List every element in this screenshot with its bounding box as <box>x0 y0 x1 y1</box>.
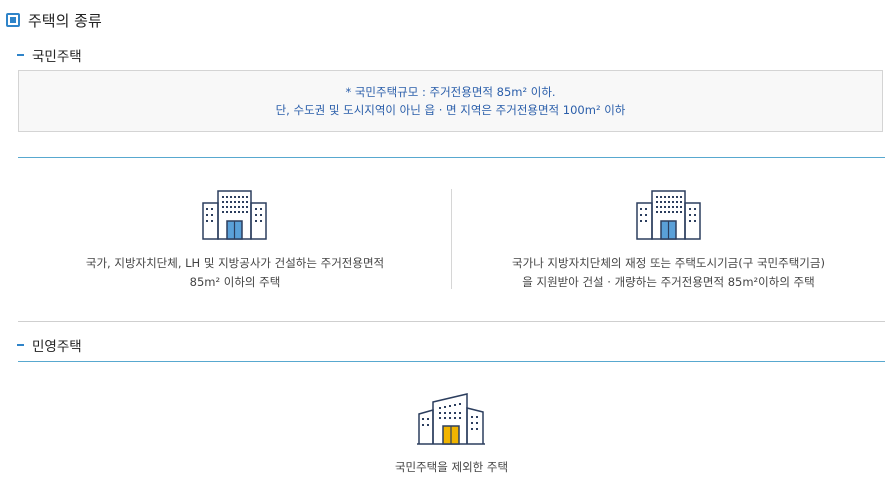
notice-line-1: * 국민주택규모 : 주거전용면적 85m² 이하. <box>345 85 556 99</box>
private-housing-heading-text: 민영주택 <box>32 339 82 355</box>
definition-2-line-1: 국가나 지방자치단체의 재정 또는 주택도시기금(구 국민주택기금) <box>512 256 825 270</box>
dash-bullet-icon <box>17 344 24 346</box>
apartment-building-icon <box>416 393 485 445</box>
national-housing-heading: 국민주택 <box>17 45 82 65</box>
section-divider <box>18 361 885 362</box>
national-housing-heading-text: 국민주택 <box>32 49 82 65</box>
private-housing-definition: 국민주택을 제외한 주택 <box>18 392 885 477</box>
apartment-building-icon <box>202 190 267 240</box>
national-housing-notice: * 국민주택규모 : 주거전용면적 85m² 이하. 단, 수도권 및 도시지역… <box>18 70 883 132</box>
apartment-building-icon <box>635 190 701 240</box>
dash-bullet-icon <box>17 54 24 56</box>
notice-line-2: 단, 수도권 및 도시지역이 아닌 읍 · 면 지역은 주거전용면적 100m²… <box>275 103 626 117</box>
definition-1-line-1: 국가, 지방자치단체, LH 및 지방공사가 건설하는 주거전용면적 <box>85 256 385 270</box>
page-title-text: 주택의 종류 <box>28 11 102 30</box>
national-housing-definition-1: 국가, 지방자치단체, LH 및 지방공사가 건설하는 주거전용면적 85m² … <box>18 188 452 292</box>
section-divider <box>18 157 885 158</box>
private-housing-heading: 민영주택 <box>17 335 82 355</box>
national-housing-definition-2: 국가나 지방자치단체의 재정 또는 주택도시기금(구 국민주택기금) 을 지원받… <box>452 188 885 292</box>
definition-1-line-2: 85m² 이하의 주택 <box>189 275 281 289</box>
definition-2-line-2: 을 지원받아 건설 · 개량하는 주거전용면적 85m²이하의 주택 <box>522 275 815 289</box>
square-bullet-icon <box>6 13 20 27</box>
section-divider <box>18 321 885 322</box>
private-housing-line-1: 국민주택을 제외한 주택 <box>394 460 509 474</box>
page-title: 주택의 종류 <box>6 9 102 31</box>
